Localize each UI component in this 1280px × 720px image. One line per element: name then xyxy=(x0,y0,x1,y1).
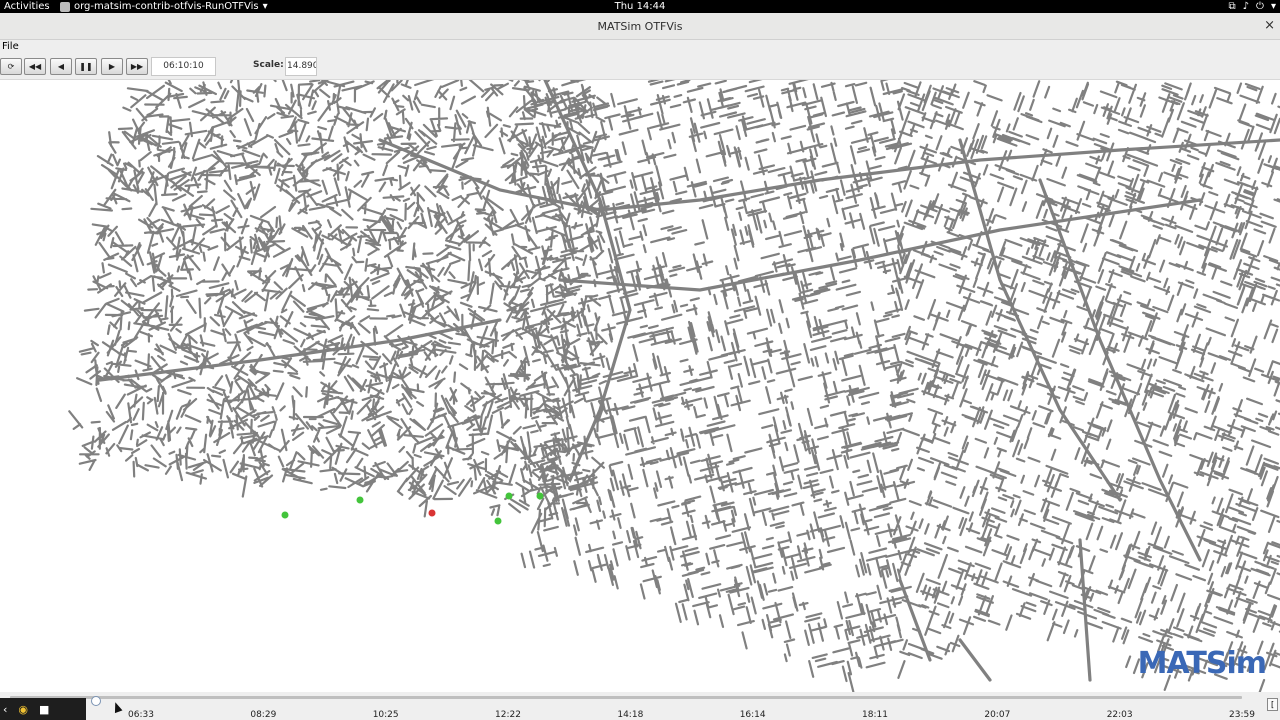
agent-marker xyxy=(494,517,502,525)
agent-marker xyxy=(428,509,436,517)
pause-icon: ❚❚ xyxy=(79,62,93,71)
tick-label: 08:29 xyxy=(250,710,277,720)
fast-rewind-button[interactable]: ◀◀ xyxy=(24,58,46,75)
agent-marker xyxy=(281,511,289,519)
time-slider[interactable]: 06:33 08:29 10:25 12:22 14:18 16:14 18:11 20:07… xyxy=(0,692,1280,720)
slider-thumb[interactable] xyxy=(91,696,102,706)
app-menu-label: org-matsim-contrib-otfvis-RunOTFVis xyxy=(74,1,259,12)
back-icon[interactable]: ‹ xyxy=(3,703,7,716)
playback-toolbar: ⟳ ◀◀ ◀ ❚❚ ▶ ▶▶ 06:10:10 Scale: 14.8906 xyxy=(0,54,1280,80)
scale-label: Scale: xyxy=(253,60,284,70)
fast-forward-button[interactable]: ▶▶ xyxy=(126,58,148,75)
system-top-bar: Activities org-matsim-contrib-otfvis-Run… xyxy=(0,0,1280,13)
menu-file[interactable]: File xyxy=(0,40,21,54)
power-icon: ⏻ xyxy=(1256,1,1264,12)
restart-button[interactable]: ⟳ xyxy=(0,58,22,75)
tick-label: 18:11 xyxy=(862,710,888,720)
tick-label: 10:25 xyxy=(372,710,399,720)
close-icon[interactable]: × xyxy=(1264,19,1275,33)
pause-button[interactable]: ❚❚ xyxy=(75,58,97,75)
agent-marker xyxy=(505,492,513,500)
app-menu[interactable]: org-matsim-contrib-otfvis-RunOTFVis ▾ xyxy=(60,0,268,13)
restart-icon: ⟳ xyxy=(7,62,15,71)
window-title: MATSim OTFVis xyxy=(597,20,683,33)
tick-label: 16:14 xyxy=(739,710,766,720)
tick-label: 22:03 xyxy=(1106,710,1133,720)
volume-icon: ♪ xyxy=(1242,1,1250,12)
timeline-button[interactable]: [ xyxy=(1267,698,1278,711)
agent-marker xyxy=(536,492,544,500)
play-button[interactable]: ▶ xyxy=(101,58,123,75)
network-icon: ⧉ xyxy=(1228,1,1236,12)
time-field[interactable]: 06:10:10 xyxy=(151,57,216,76)
window-titlebar: MATSim OTFVis × xyxy=(0,13,1280,40)
scale-input[interactable]: 14.8906 xyxy=(285,57,317,76)
road-segments xyxy=(68,80,1280,692)
slider-track[interactable] xyxy=(10,696,1242,706)
matsim-logo: MATSim xyxy=(1137,646,1267,681)
fast-rewind-icon: ◀◀ xyxy=(28,62,42,71)
menu-bar: File xyxy=(0,40,1280,54)
tick-label: 14:18 xyxy=(617,710,644,720)
chevron-down-icon: ▾ xyxy=(262,1,268,12)
clock[interactable]: Thu 14:44 xyxy=(615,1,666,12)
step-back-button[interactable]: ◀ xyxy=(50,58,72,75)
chrome-icon[interactable]: ◉ xyxy=(18,703,28,716)
arterial-road xyxy=(958,638,992,682)
network-map[interactable] xyxy=(0,80,1280,692)
tick-label: 06:33 xyxy=(128,710,154,720)
taskbar-dock: ‹ ◉ ■ xyxy=(0,698,86,720)
system-tray[interactable]: ⧉ ♪ ⏻ ▾ xyxy=(1229,0,1276,13)
terminal-icon[interactable]: ■ xyxy=(39,703,49,716)
chevron-down-icon: ▾ xyxy=(1270,1,1276,12)
road-network xyxy=(68,80,1280,692)
tick-label: 23:59 xyxy=(1229,710,1255,720)
fast-forward-icon: ▶▶ xyxy=(130,62,144,71)
activities-button[interactable]: Activities xyxy=(4,0,50,13)
play-icon: ▶ xyxy=(108,62,116,71)
tick-label: 12:22 xyxy=(495,710,521,720)
app-icon xyxy=(60,1,70,12)
step-back-icon: ◀ xyxy=(57,62,65,71)
agent-marker xyxy=(356,496,364,504)
tick-label: 20:07 xyxy=(984,710,1011,720)
